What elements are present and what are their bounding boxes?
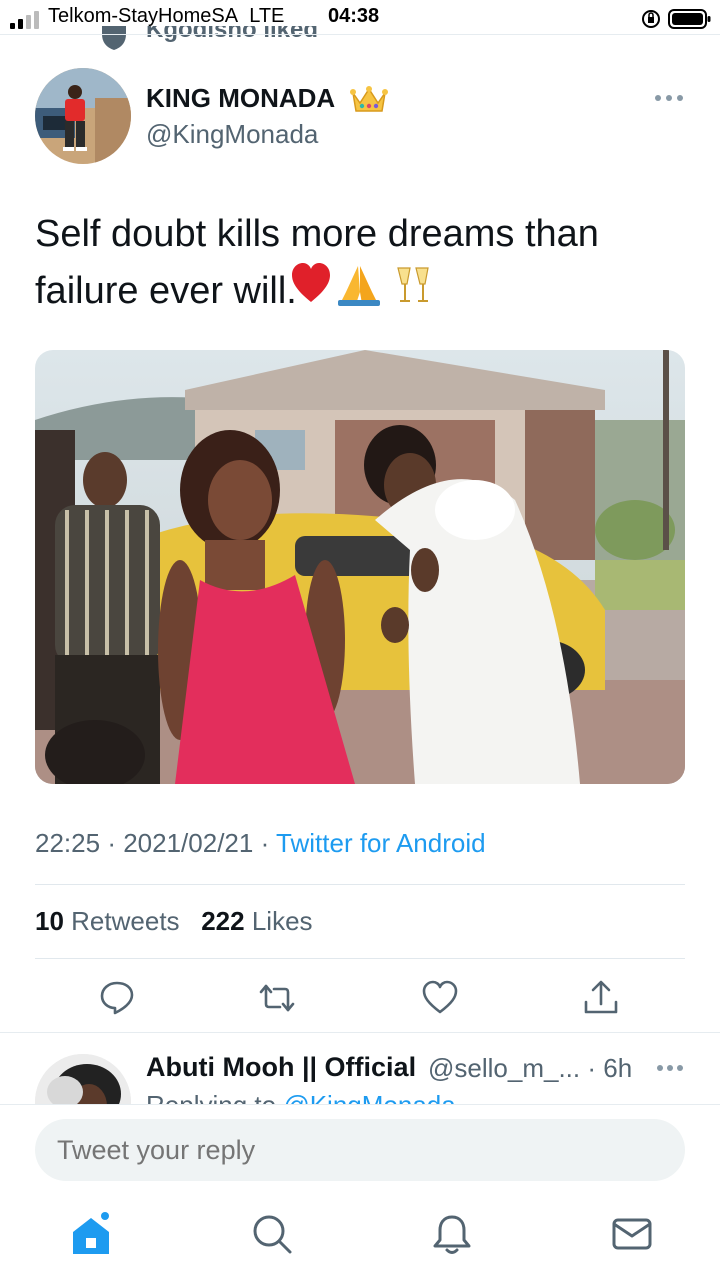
clinking-glasses-icon	[397, 267, 429, 302]
tweet-meta: 22:25 · 2021/02/21 · Twitter for Android	[35, 828, 486, 859]
reply-author-handle[interactable]: @sello_m_...	[428, 1053, 580, 1083]
meta-separator: ·	[260, 828, 270, 858]
divider	[0, 1032, 720, 1033]
replying-to-mention[interactable]: @KingMonada	[283, 1090, 455, 1104]
retweets-label: Retweets	[71, 906, 180, 936]
meta-separator: ·	[107, 828, 116, 858]
social-context-text: Kgodisho liked	[146, 26, 319, 43]
more-options-icon[interactable]	[654, 94, 684, 102]
tweet-emojis	[292, 263, 429, 306]
replying-to-label: Replying to	[146, 1090, 283, 1104]
folded-hands-icon	[338, 266, 380, 306]
retweets-stat[interactable]: 10 Retweets	[35, 906, 180, 936]
likes-stat[interactable]: 222 Likes	[201, 906, 312, 936]
more-options-icon[interactable]	[656, 1064, 684, 1072]
share-icon[interactable]	[583, 980, 619, 1016]
crown-icon	[350, 86, 388, 112]
likes-label: Likes	[251, 906, 313, 936]
divider	[35, 958, 685, 959]
network-type: LTE	[249, 5, 285, 27]
author-handle[interactable]: @KingMonada	[146, 119, 318, 150]
clock: 04:38	[328, 5, 380, 27]
reply-time: · 6h	[587, 1053, 633, 1083]
retweets-count: 10	[35, 906, 64, 936]
reply-icon[interactable]	[99, 980, 135, 1016]
search-icon[interactable]	[250, 1212, 294, 1256]
messages-icon[interactable]	[610, 1212, 654, 1256]
author-name[interactable]: KING MONADA	[146, 83, 335, 114]
engagement-counts: 10 Retweets 222 Likes	[35, 906, 313, 937]
heart-shield-icon	[102, 26, 126, 50]
tweet-time: 22:25	[35, 828, 101, 858]
social-context[interactable]: Kgodisho liked	[0, 26, 720, 50]
notifications-icon[interactable]	[430, 1212, 474, 1256]
tweet-photo[interactable]	[35, 350, 685, 784]
reply-author-name[interactable]: Abuti Mooh || Official	[146, 1052, 416, 1083]
tweet-source-link[interactable]: Twitter for Android	[276, 828, 486, 858]
retweet-icon[interactable]	[259, 980, 295, 1016]
carrier-name: Telkom-StayHomeSA	[48, 5, 239, 27]
author-avatar[interactable]	[35, 68, 131, 164]
divider	[0, 34, 720, 35]
like-icon[interactable]	[422, 980, 458, 1016]
reply-input[interactable]	[35, 1119, 685, 1181]
home-icon[interactable]	[69, 1212, 113, 1256]
likes-count: 222	[201, 906, 245, 936]
divider	[35, 884, 685, 885]
red-heart-icon	[292, 263, 330, 302]
tweet-date: 2021/02/21	[123, 828, 254, 858]
